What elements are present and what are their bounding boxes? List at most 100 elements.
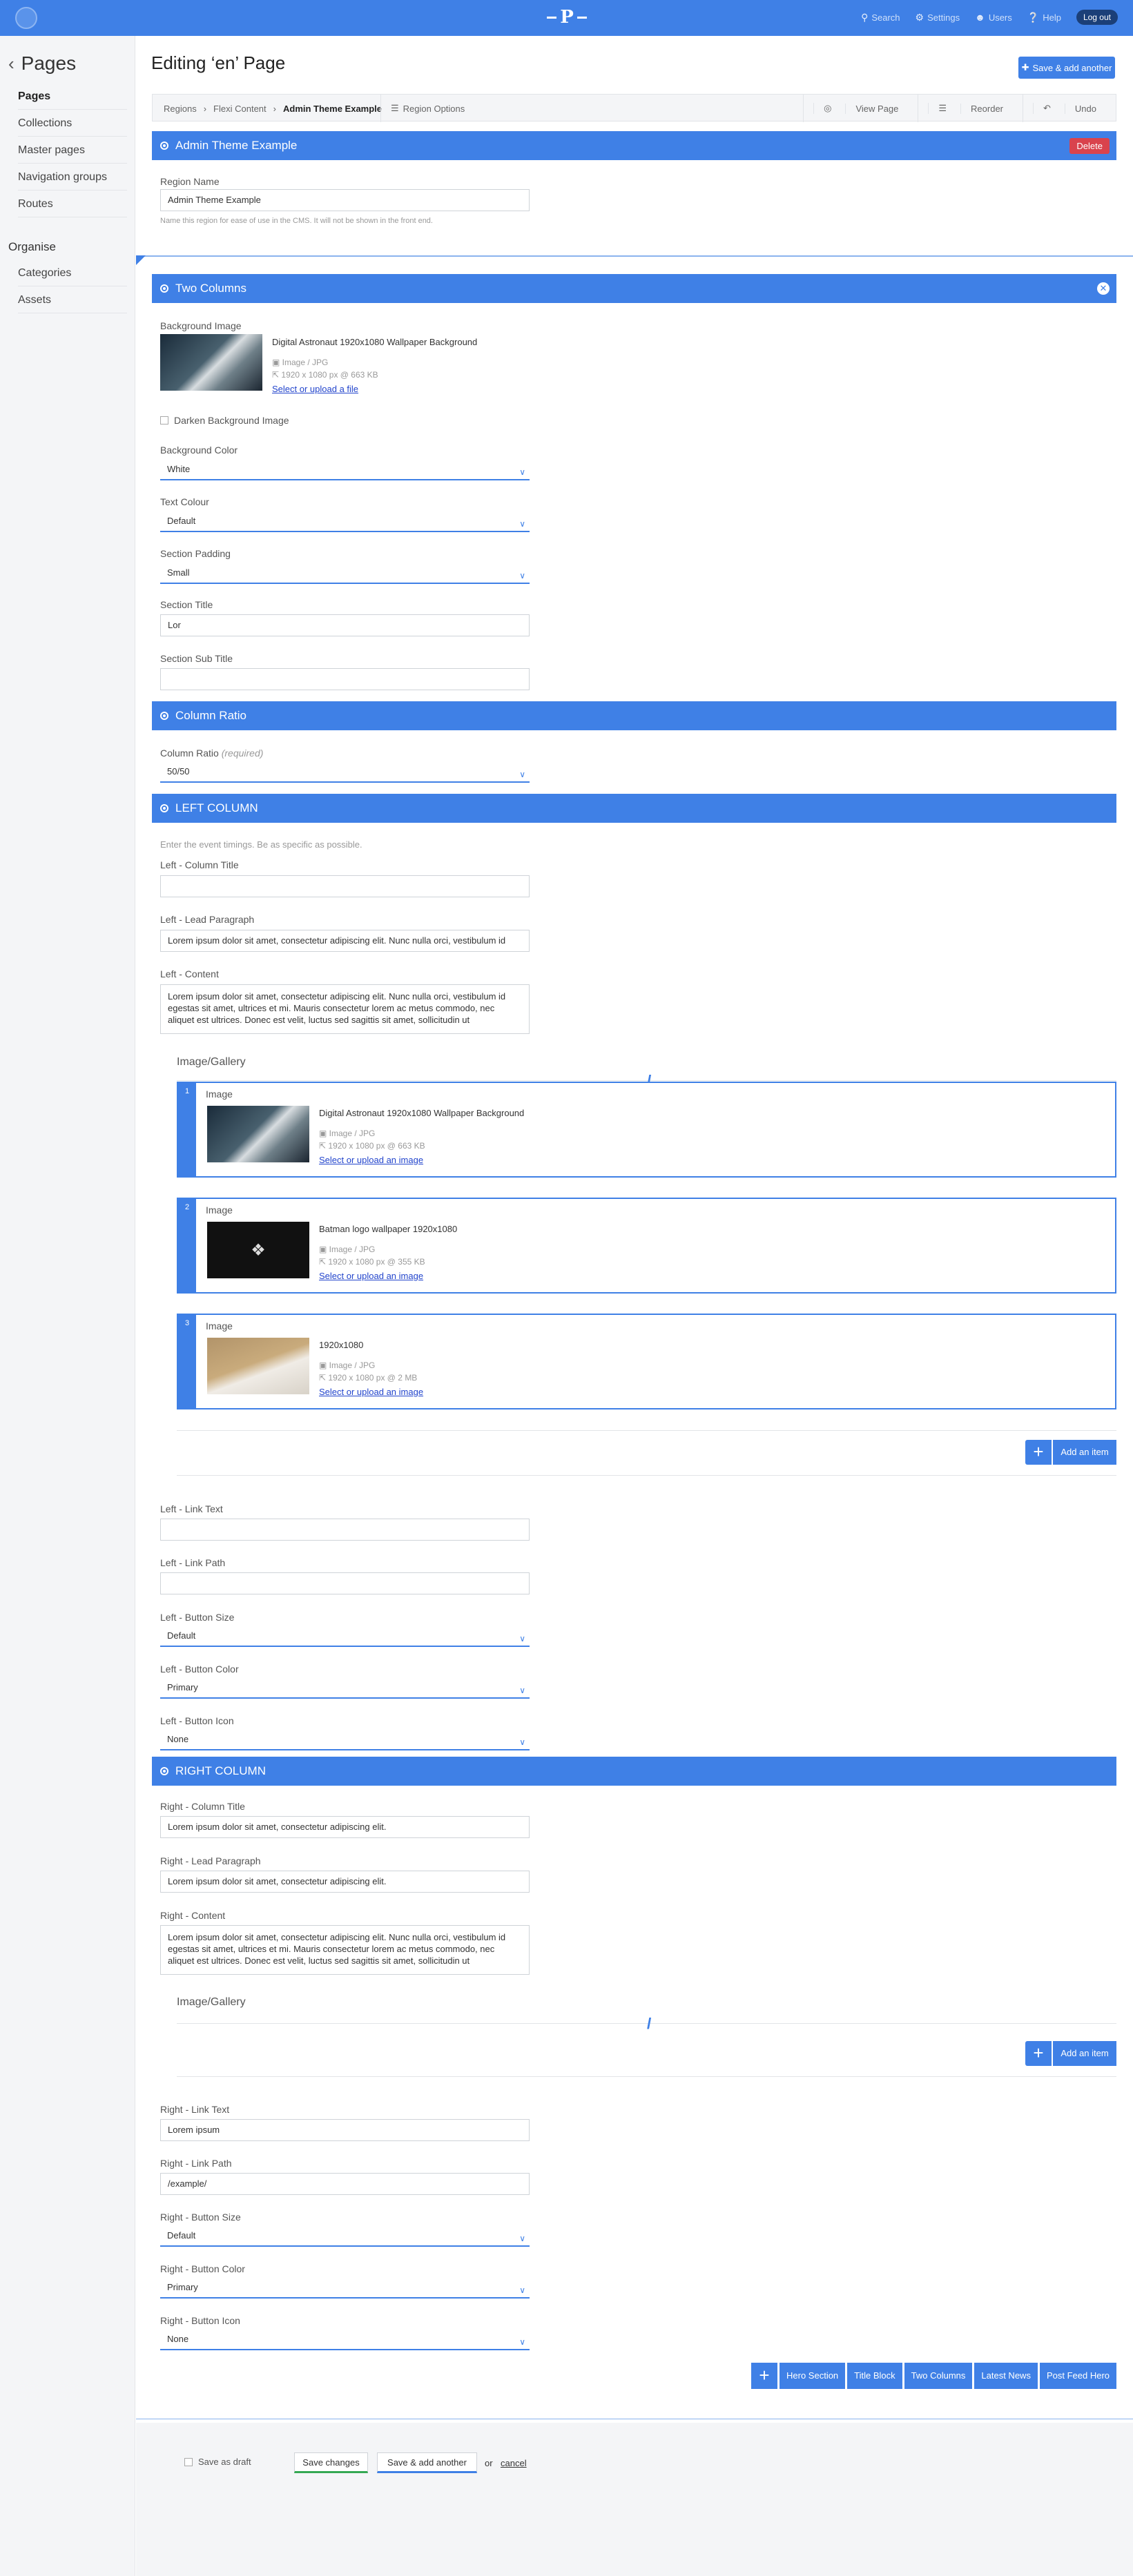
undo-button[interactable]: ↶ Undo bbox=[1023, 95, 1116, 122]
add-two-columns-button[interactable]: Two Columns bbox=[904, 2363, 973, 2389]
add-post-feed-hero-button[interactable]: Post Feed Hero bbox=[1039, 2363, 1116, 2389]
right-col-title-label: Right - Column Title bbox=[160, 1801, 245, 1812]
left-button-color-select[interactable]: Primary ∨ bbox=[160, 1678, 530, 1699]
breadcrumb-regions[interactable]: Regions bbox=[164, 104, 197, 114]
right-add-item-button[interactable]: + Add an item bbox=[1025, 2041, 1116, 2066]
section-subtitle-input[interactable] bbox=[160, 668, 530, 690]
text-colour-select[interactable]: Default ∨ bbox=[160, 511, 530, 532]
sidebar-title-label: Pages bbox=[21, 52, 77, 74]
select-upload-image-link[interactable]: Select or upload an image bbox=[319, 1271, 423, 1281]
right-col-title-input[interactable]: Lorem ipsum dolor sit amet, consectetur … bbox=[160, 1816, 530, 1838]
darken-checkbox[interactable]: Darken Background Image bbox=[160, 415, 289, 426]
nav-settings[interactable]: ⚙ Settings bbox=[916, 12, 960, 23]
save-add-another-footer-button[interactable]: Save & add another bbox=[377, 2452, 477, 2473]
right-button-icon-select[interactable]: None ∨ bbox=[160, 2330, 530, 2350]
sidebar: ‹ Pages Pages Collections Master pages Na… bbox=[0, 36, 135, 2576]
right-link-path-input[interactable]: /example/ bbox=[160, 2173, 530, 2195]
column-ratio-header[interactable]: Column Ratio bbox=[152, 701, 1116, 730]
close-icon[interactable]: ✕ bbox=[1097, 282, 1110, 295]
gallery-item-number[interactable]: 2 bbox=[178, 1199, 196, 1292]
right-lead-input[interactable]: Lorem ipsum dolor sit amet, consectetur … bbox=[160, 1871, 530, 1893]
sidebar-item-pages[interactable]: Pages bbox=[18, 83, 127, 110]
select-upload-image-link[interactable]: Select or upload an image bbox=[319, 1387, 423, 1397]
view-page-button[interactable]: ◎ View Page bbox=[803, 95, 918, 122]
nav-help-label: Help bbox=[1043, 12, 1061, 23]
sidebar-item-categories[interactable]: Categories bbox=[18, 260, 127, 286]
left-button-size-select[interactable]: Default ∨ bbox=[160, 1626, 530, 1647]
left-lead-input[interactable]: Lorem ipsum dolor sit amet, consectetur … bbox=[160, 930, 530, 952]
gallery-item-number[interactable]: 1 bbox=[178, 1083, 196, 1176]
collapse-icon[interactable] bbox=[160, 1767, 168, 1775]
plus-icon[interactable]: + bbox=[751, 2363, 778, 2389]
plus-icon[interactable]: + bbox=[1025, 2041, 1052, 2066]
section-title-input[interactable]: Lor bbox=[160, 614, 530, 636]
add-hero-section-button[interactable]: Hero Section bbox=[779, 2363, 846, 2389]
left-column-header[interactable]: LEFT COLUMN bbox=[152, 794, 1116, 823]
column-ratio-select[interactable]: 50/50 ∨ bbox=[160, 762, 530, 783]
right-link-text-input[interactable]: Lorem ipsum bbox=[160, 2119, 530, 2141]
sidebar-item-assets[interactable]: Assets bbox=[18, 286, 127, 313]
collapse-icon[interactable] bbox=[160, 284, 168, 293]
right-button-color-select[interactable]: Primary ∨ bbox=[160, 2278, 530, 2299]
gallery-item[interactable]: 3 Image 1920x1080 ▣ Image / JPG ⇱ 1920 x… bbox=[177, 1314, 1116, 1409]
breadcrumb-flexi-content[interactable]: Flexi Content bbox=[213, 104, 267, 114]
left-link-text-input[interactable] bbox=[160, 1519, 530, 1541]
two-columns-header[interactable]: Two Columns ✕ bbox=[152, 274, 1116, 303]
select-upload-file-link[interactable]: Select or upload a file bbox=[272, 384, 358, 394]
drag-handle-icon[interactable]: // bbox=[647, 2016, 664, 2032]
sidebar-item-master-pages[interactable]: Master pages bbox=[18, 137, 127, 164]
delete-button[interactable]: Delete bbox=[1069, 138, 1110, 154]
gallery-item-thumbnail[interactable]: ❖ bbox=[207, 1222, 309, 1278]
gallery-item[interactable]: 2 Image ❖ Batman logo wallpaper 1920x108… bbox=[177, 1198, 1116, 1294]
collapse-corner-icon[interactable] bbox=[136, 255, 146, 265]
right-column-header[interactable]: RIGHT COLUMN bbox=[152, 1757, 1116, 1786]
sidebar-heading-organise: Organise bbox=[8, 240, 56, 253]
select-upload-image-link[interactable]: Select or upload an image bbox=[319, 1155, 423, 1165]
save-changes-button[interactable]: Save changes bbox=[294, 2452, 368, 2473]
logout-button[interactable]: Log out bbox=[1076, 10, 1118, 25]
add-latest-news-button[interactable]: Latest News bbox=[974, 2363, 1038, 2389]
chevron-left-icon[interactable]: ‹ bbox=[8, 53, 14, 75]
background-image-thumbnail[interactable] bbox=[160, 334, 262, 391]
region-tabs: Regions › Flexi Content › Admin Theme Ex… bbox=[152, 94, 1116, 122]
gallery-item-number[interactable]: 3 bbox=[178, 1315, 196, 1408]
collapse-icon[interactable] bbox=[160, 804, 168, 812]
checkbox-box[interactable] bbox=[160, 416, 168, 425]
gallery-item-type: ▣ Image / JPG bbox=[319, 1245, 375, 1254]
chevron-down-icon: ∨ bbox=[519, 770, 525, 779]
collapse-icon[interactable] bbox=[160, 142, 168, 150]
app-logo-icon[interactable] bbox=[15, 7, 37, 29]
tab-region-options[interactable]: ☰ Region Options bbox=[380, 95, 465, 122]
gallery-item[interactable]: 1 Image Digital Astronaut 1920x1080 Wall… bbox=[177, 1082, 1116, 1178]
region-header[interactable]: Admin Theme Example Delete bbox=[152, 131, 1116, 160]
save-add-another-button[interactable]: ✚ Save & add another bbox=[1018, 57, 1115, 79]
region-name-input[interactable]: Admin Theme Example bbox=[160, 189, 530, 211]
cancel-link[interactable]: cancel bbox=[501, 2458, 527, 2468]
right-button-size-select[interactable]: Default ∨ bbox=[160, 2226, 530, 2247]
sidebar-item-routes[interactable]: Routes bbox=[18, 191, 127, 217]
nav-help[interactable]: ❔ Help bbox=[1027, 12, 1061, 23]
plus-icon[interactable]: + bbox=[1025, 1440, 1052, 1465]
left-button-icon-select[interactable]: None ∨ bbox=[160, 1730, 530, 1750]
section-padding-select[interactable]: Small ∨ bbox=[160, 563, 530, 584]
left-add-item-button[interactable]: + Add an item bbox=[1025, 1440, 1116, 1465]
nav-users[interactable]: ☻ Users bbox=[975, 12, 1012, 23]
sidebar-item-navigation-groups[interactable]: Navigation groups bbox=[18, 164, 127, 191]
nav-search[interactable]: ⚲ Search bbox=[861, 12, 900, 23]
reorder-button[interactable]: ☰ Reorder bbox=[918, 95, 1023, 122]
background-color-select[interactable]: White ∨ bbox=[160, 460, 530, 480]
collapse-icon[interactable] bbox=[160, 712, 168, 720]
right-content-textarea[interactable]: Lorem ipsum dolor sit amet, consectetur … bbox=[160, 1925, 530, 1975]
left-link-path-input[interactable] bbox=[160, 1572, 530, 1594]
checkbox-box[interactable] bbox=[184, 2457, 193, 2466]
left-content-textarea[interactable]: Lorem ipsum dolor sit amet, consectetur … bbox=[160, 984, 530, 1034]
sidebar-title[interactable]: ‹ Pages bbox=[8, 52, 76, 75]
save-as-draft-checkbox[interactable]: Save as draft bbox=[184, 2457, 251, 2467]
left-col-title-input[interactable] bbox=[160, 875, 530, 897]
brand-logo[interactable]: P bbox=[547, 6, 587, 28]
gallery-item-thumbnail[interactable] bbox=[207, 1106, 309, 1162]
gallery-item-thumbnail[interactable] bbox=[207, 1338, 309, 1394]
sidebar-item-collections[interactable]: Collections bbox=[18, 110, 127, 137]
add-title-block-button[interactable]: Title Block bbox=[847, 2363, 902, 2389]
section-subtitle-label: Section Sub Title bbox=[160, 653, 233, 664]
